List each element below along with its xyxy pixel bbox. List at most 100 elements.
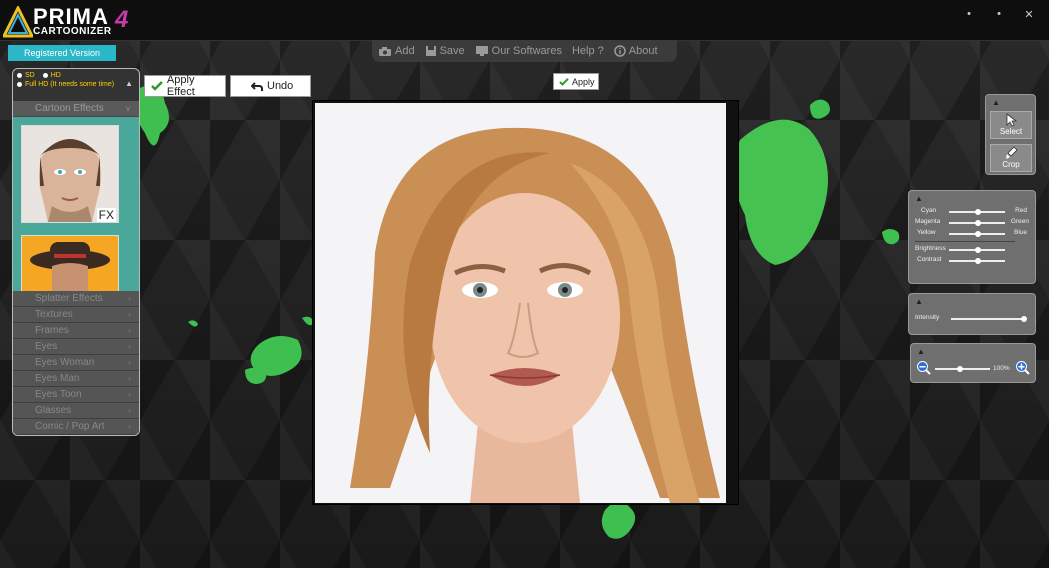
- menu-item-label: Eyes: [35, 341, 58, 352]
- contrast-slider[interactable]: Contrast: [915, 256, 1029, 266]
- info-icon: [614, 45, 626, 57]
- help-button[interactable]: Help ?: [572, 45, 604, 57]
- apply-effect-label: Apply Effect: [166, 74, 195, 98]
- menu-item-label: Frames: [35, 325, 69, 336]
- yellow-label: Yellow: [917, 229, 936, 236]
- slider-knob[interactable]: [975, 231, 981, 237]
- zoom-panel: ▲ 100%: [910, 343, 1036, 383]
- menu-item-frames[interactable]: Frames ›: [13, 323, 139, 339]
- pin-icon[interactable]: ▲: [917, 347, 925, 356]
- slider-knob[interactable]: [975, 247, 981, 253]
- tools-panel: ▲ Select Crop: [985, 94, 1036, 175]
- add-label: Add: [395, 45, 415, 57]
- image-canvas[interactable]: [312, 100, 739, 505]
- top-menu: Add Save Our Softwares Help ? About: [372, 40, 677, 62]
- menu-item-glasses[interactable]: Glasses ›: [13, 403, 139, 419]
- menu-item-eyes-man[interactable]: Eyes Man ›: [13, 371, 139, 387]
- minimize-button[interactable]: •: [961, 8, 977, 21]
- softwares-label: Our Softwares: [491, 45, 562, 57]
- contrast-label: Contrast: [917, 256, 942, 263]
- menu-item-eyes-toon[interactable]: Eyes Toon ›: [13, 387, 139, 403]
- our-softwares-button[interactable]: Our Softwares: [475, 45, 562, 57]
- chevron-right-icon: ›: [128, 373, 131, 383]
- about-label: About: [628, 45, 658, 57]
- app-window: PRIMA CARTOONIZER 4 • • ✕ Registered Ver…: [0, 0, 1049, 568]
- chevron-right-icon: ›: [128, 309, 131, 319]
- pin-icon[interactable]: ▲: [125, 79, 133, 88]
- save-label: Save: [439, 45, 465, 57]
- cursor-arrow-icon: [1006, 113, 1018, 127]
- camera-icon: [379, 46, 391, 56]
- portrait-photo: [315, 103, 726, 503]
- blue-label: Blue: [1013, 229, 1027, 236]
- cartoon-effects-header[interactable]: Cartoon Effects ∨: [13, 101, 139, 117]
- chevron-right-icon: ›: [128, 293, 131, 303]
- sd-radio[interactable]: [17, 73, 22, 78]
- intensity-panel: ▲ Intensity: [908, 293, 1036, 335]
- green-label: Green: [1010, 218, 1029, 225]
- crop-tool-button[interactable]: Crop: [990, 144, 1032, 172]
- floppy-disk-icon: [425, 46, 436, 56]
- menu-item-label: Textures: [35, 309, 73, 320]
- cyan-label: Cyan: [921, 207, 937, 214]
- menu-item-textures[interactable]: Textures ›: [13, 307, 139, 323]
- maximize-button[interactable]: •: [991, 8, 1007, 21]
- slider-knob[interactable]: [975, 258, 981, 264]
- menu-item-eyes-woman[interactable]: Eyes Woman ›: [13, 355, 139, 371]
- chevron-right-icon: ›: [128, 421, 131, 431]
- woman-portrait-image: [315, 103, 726, 503]
- color-adjust-panel: ▲ Cyan Red Magenta Green Yellow Blue Bri…: [908, 190, 1036, 284]
- select-tool-button[interactable]: Select: [990, 111, 1032, 139]
- fullhd-radio[interactable]: [17, 82, 22, 87]
- chevron-right-icon: ›: [128, 389, 131, 399]
- checkmark-icon: [151, 81, 163, 91]
- zoom-out-icon[interactable]: [916, 360, 932, 376]
- add-button[interactable]: Add: [378, 45, 415, 57]
- brightness-slider[interactable]: Brightness: [915, 245, 1029, 255]
- zoom-slider-knob[interactable]: [957, 366, 963, 372]
- menu-item-label: Comic / Pop Art: [35, 421, 105, 432]
- cyan-red-slider[interactable]: Cyan Red: [915, 207, 1029, 217]
- logo-triangle-icon: [3, 6, 33, 38]
- menu-item-label: Eyes Woman: [35, 357, 95, 368]
- close-button[interactable]: ✕: [1021, 8, 1037, 21]
- menu-item-label: Splatter Effects: [35, 293, 103, 304]
- effects-thumbnails: FX: [13, 117, 139, 291]
- pin-icon[interactable]: ▲: [915, 297, 923, 306]
- pin-icon[interactable]: ▲: [992, 98, 1000, 107]
- menu-item-comic-pop-art[interactable]: Comic / Pop Art ›: [13, 419, 139, 435]
- zoom-in-icon[interactable]: [1015, 360, 1031, 376]
- yellow-blue-slider[interactable]: Yellow Blue: [915, 229, 1029, 239]
- fullhd-label: Full HD (It needs some time): [25, 81, 115, 88]
- select-label: Select: [999, 127, 1023, 136]
- slider-knob[interactable]: [1021, 316, 1027, 322]
- monitor-icon: [475, 46, 488, 56]
- menu-item-splatter-effects[interactable]: Splatter Effects ›: [13, 291, 139, 307]
- intensity-slider[interactable]: Intensity: [915, 314, 1029, 324]
- slider-knob[interactable]: [975, 209, 981, 215]
- quality-selector: SD HD Full HD (It needs some time) ▲: [13, 69, 139, 101]
- hd-radio[interactable]: [42, 73, 48, 78]
- apply-effect-button[interactable]: Apply Effect: [144, 74, 226, 98]
- slider-knob[interactable]: [975, 220, 981, 226]
- chevron-right-icon: ›: [128, 325, 131, 335]
- save-button[interactable]: Save: [425, 45, 465, 57]
- about-button[interactable]: About: [614, 45, 658, 57]
- help-label: Help ?: [571, 45, 604, 57]
- man-hat-thumbnail: [22, 236, 118, 291]
- pin-icon[interactable]: ▲: [915, 194, 923, 203]
- divider: [915, 241, 1015, 242]
- menu-item-label: Glasses: [35, 405, 72, 416]
- effect-thumbnail-man-hat[interactable]: [21, 235, 119, 291]
- prima-cartoonizer-logo: PRIMA CARTOONIZER 4: [3, 4, 133, 38]
- menu-item-eyes[interactable]: Eyes ›: [13, 339, 139, 355]
- apply-button[interactable]: Apply: [553, 73, 599, 90]
- effect-thumbnail-man-sketch[interactable]: FX: [21, 125, 119, 223]
- fx-label: FX: [96, 208, 116, 222]
- undo-button[interactable]: Undo: [230, 75, 311, 97]
- magenta-green-slider[interactable]: Magenta Green: [915, 218, 1029, 228]
- sd-label: SD: [25, 72, 35, 79]
- intensity-label: Intensity: [915, 314, 940, 321]
- title-bar: PRIMA CARTOONIZER 4 • • ✕: [0, 0, 1049, 41]
- slider-track: [951, 318, 1025, 320]
